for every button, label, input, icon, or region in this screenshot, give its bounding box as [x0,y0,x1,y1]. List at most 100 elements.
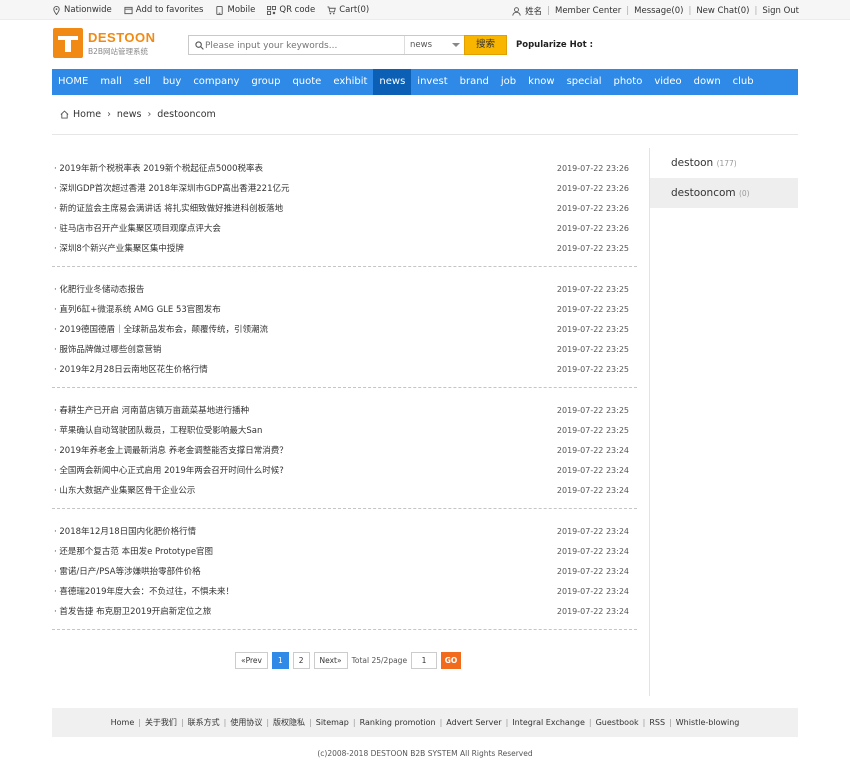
footer-link[interactable]: Ranking promotion [360,718,436,727]
news-title-link[interactable]: · 全国两会新闻中心正式启用 2019年两会召开时间什么时候? [52,464,284,476]
sidebar-item-destoon[interactable]: destoon (177) [650,148,798,178]
nav-item-company[interactable]: company [187,69,245,95]
nav-item-job[interactable]: job [495,69,522,95]
news-title-link[interactable]: · 2019年2月28日云南地区花生价格行情 [52,363,208,375]
mobile-link[interactable]: Mobile [215,5,255,15]
footer-link[interactable]: Advert Server [446,718,501,727]
add-favorites-link[interactable]: Add to favorites [124,5,203,15]
list-item[interactable]: · 化肥行业冬储动态报告 2019-07-22 23:25 [52,279,637,299]
cart-link[interactable]: Cart(0) [327,5,369,15]
news-date: 2019-07-22 23:26 [556,203,629,213]
footer-link[interactable]: Guestbook [596,718,639,727]
list-item[interactable]: · 服饰品牌做过哪些创意营销 2019-07-22 23:25 [52,339,637,359]
news-title-link[interactable]: · 2019年新个税税率表 2019新个税起征点5000税率表 [52,162,263,174]
divider: | [223,718,227,727]
go-button[interactable]: GO [441,652,462,669]
nav-item-special[interactable]: special [561,69,608,95]
search-category-select[interactable]: news [404,36,464,54]
sign-out-link[interactable]: Sign Out [762,6,799,16]
list-item[interactable]: · 苹果确认自动驾驶团队裁员，工程职位受影响最大San 2019-07-22 23… [52,420,637,440]
page-number-input[interactable]: 1 [411,652,438,669]
page-total: Total 25/2page [351,656,408,665]
footer-link[interactable]: 版权隐私 [273,717,305,728]
nav-item-video[interactable]: video [648,69,687,95]
next-page-button[interactable]: Next» [313,652,348,669]
list-item[interactable]: · 驻马店市召开产业集聚区项目观摩点评大会 2019-07-22 23:26 [52,218,637,238]
breadcrumb-current[interactable]: destooncom [157,109,215,120]
list-item[interactable]: · 雷诺/日产/PSA等涉嫌哄抬零部件价格 2019-07-22 23:24 [52,561,637,581]
news-title-link[interactable]: · 雷诺/日产/PSA等涉嫌哄抬零部件价格 [52,565,201,577]
nav-item-quote[interactable]: quote [286,69,327,95]
list-item[interactable]: · 直列6缸+微混系统 AMG GLE 53官图发布 2019-07-22 23:… [52,299,637,319]
search-button[interactable]: 搜索 [464,35,507,55]
news-title-link[interactable]: · 直列6缸+微混系统 AMG GLE 53官图发布 [52,303,221,315]
news-title-link[interactable]: · 苹果确认自动驾驶团队裁员，工程职位受影响最大San [52,424,262,436]
news-title-link[interactable]: · 山东大数据产业集聚区骨干企业公示 [52,484,195,496]
nav-item-buy[interactable]: buy [157,69,188,95]
page-1-button[interactable]: 1 [271,652,289,669]
footer-link[interactable]: 联系方式 [188,717,220,728]
search-input[interactable] [205,39,405,53]
news-title-link[interactable]: · 还是那个复古范 本田发e Prototype官图 [52,545,213,557]
list-item[interactable]: · 首发告捷 布克厨卫2019开启新定位之旅 2019-07-22 23:24 [52,601,637,621]
list-item[interactable]: · 深圳GDP首次超过香港 2018年深圳市GDP高出香港221亿元 2019-0… [52,178,637,198]
nationwide-link[interactable]: Nationwide [52,5,112,15]
breadcrumb-home[interactable]: Home [73,109,101,120]
sidebar-item-label: destoon [671,157,714,169]
footer-link[interactable]: 使用协议 [230,717,262,728]
news-title-link[interactable]: · 深圳GDP首次超过香港 2018年深圳市GDP高出香港221亿元 [52,182,289,194]
list-item[interactable]: · 春耕生产已开启 河南苗店镇万亩蔬菜基地进行播种 2019-07-22 23:2… [52,400,637,420]
list-item[interactable]: · 2019年新个税税率表 2019新个税起征点5000税率表 2019-07-2… [52,158,637,178]
message-link[interactable]: Message(0) [634,6,683,16]
nav-item-know[interactable]: know [522,69,560,95]
news-title-link[interactable]: · 驻马店市召开产业集聚区项目观摩点评大会 [52,222,221,234]
footer-link[interactable]: RSS [649,718,665,727]
list-item[interactable]: · 2019年2月28日云南地区花生价格行情 2019-07-22 23:25 [52,359,637,379]
nav-item-mall[interactable]: mall [94,69,127,95]
news-title-link[interactable]: · 2019德国德盾｜全球新品发布会，颠覆传统，引领潮流 [52,323,268,335]
news-title-link[interactable]: · 化肥行业冬储动态报告 [52,283,144,295]
news-title-link[interactable]: · 2018年12月18日国内化肥价格行情 [52,525,196,537]
news-title-link[interactable]: · 首发告捷 布克厨卫2019开启新定位之旅 [52,605,211,617]
news-title-link[interactable]: · 新的证监会主席易会满讲话 将扎实细致做好推进科创板落地 [52,202,283,214]
nav-item-exhibit[interactable]: exhibit [327,69,373,95]
news-title-link[interactable]: · 春耕生产已开启 河南苗店镇万亩蔬菜基地进行播种 [52,404,249,416]
site-logo[interactable]: DESTOON B2B网站管理系统 [53,28,173,58]
new-chat-link[interactable]: New Chat(0) [696,6,749,16]
list-item[interactable]: · 2018年12月18日国内化肥价格行情 2019-07-22 23:24 [52,521,637,541]
list-item[interactable]: · 2019年养老金上调最新消息 养老金调整能否支撑日常消费？ 2019-07-2… [52,440,637,460]
nav-item-home[interactable]: HOME [52,69,94,95]
list-item[interactable]: · 全国两会新闻中心正式启用 2019年两会召开时间什么时候? 2019-07-2… [52,460,637,480]
list-item[interactable]: · 新的证监会主席易会满讲话 将扎实细致做好推进科创板落地 2019-07-22 … [52,198,637,218]
top-bar-left: Nationwide Add to favorites Mobile QR co… [52,5,369,15]
footer-link[interactable]: 关于我们 [145,717,177,728]
list-item[interactable]: · 喜德瑞2019年度大会：不负过往，不惧未来！ 2019-07-22 23:24 [52,581,637,601]
footer-link[interactable]: Sitemap [316,718,349,727]
footer-link[interactable]: Integral Exchange [512,718,585,727]
news-title-link[interactable]: · 2019年养老金上调最新消息 养老金调整能否支撑日常消费？ [52,444,288,456]
nav-item-brand[interactable]: brand [454,69,495,95]
news-title-link[interactable]: · 喜德瑞2019年度大会：不负过往，不惧未来！ [52,585,234,597]
list-item[interactable]: · 深圳8个新兴产业集聚区集中授牌 2019-07-22 23:25 [52,238,637,258]
list-item[interactable]: · 2019德国德盾｜全球新品发布会，颠覆传统，引领潮流 2019-07-22 2… [52,319,637,339]
footer-link[interactable]: Whistle-blowing [676,718,740,727]
nav-item-down[interactable]: down [688,69,727,95]
news-title-link[interactable]: · 服饰品牌做过哪些创意营销 [52,343,161,355]
nav-item-news[interactable]: news [373,69,412,95]
nav-item-photo[interactable]: photo [608,69,649,95]
prev-page-button[interactable]: «Prev [235,652,268,669]
news-title-link[interactable]: · 深圳8个新兴产业集聚区集中授牌 [52,242,184,254]
nav-item-invest[interactable]: invest [411,69,453,95]
member-center-link[interactable]: Member Center [555,6,621,16]
page-2-button[interactable]: 2 [292,652,310,669]
list-item[interactable]: · 还是那个复古范 本田发e Prototype官图 2019-07-22 23:… [52,541,637,561]
qr-code-link[interactable]: QR code [267,5,315,15]
nav-item-club[interactable]: club [727,69,760,95]
nav-item-group[interactable]: group [245,69,286,95]
sidebar-item-destooncom[interactable]: destooncom (0) [650,178,798,208]
username-link[interactable]: 姓名 [525,5,542,17]
footer-link[interactable]: Home [111,718,135,727]
list-item[interactable]: · 山东大数据产业集聚区骨干企业公示 2019-07-22 23:24 [52,480,637,500]
breadcrumb-news[interactable]: news [117,109,142,120]
nav-item-sell[interactable]: sell [128,69,157,95]
